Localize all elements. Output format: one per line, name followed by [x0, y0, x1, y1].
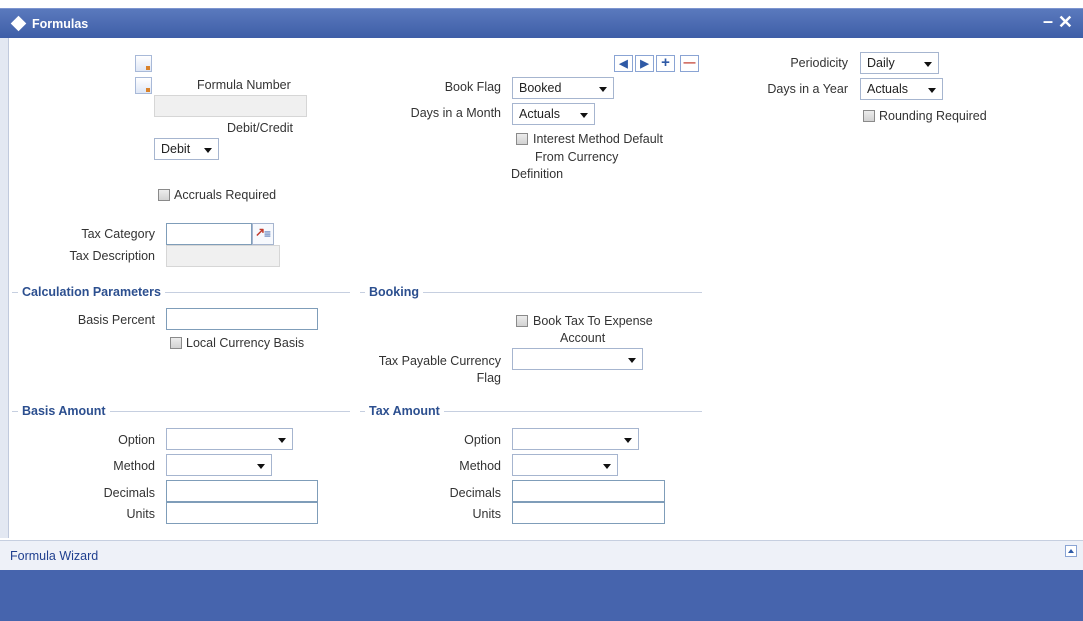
- chevron-down-icon: [278, 438, 286, 443]
- list-icon: ≡: [264, 227, 272, 241]
- tax-method-label: Method: [459, 459, 501, 473]
- tax-decimals-input[interactable]: [512, 480, 665, 502]
- book-flag-select[interactable]: Booked: [512, 77, 614, 99]
- basis-percent-label: Basis Percent: [77, 313, 155, 327]
- basis-option-select[interactable]: [166, 428, 293, 450]
- footer-bar: Formula Wizard: [0, 540, 1083, 570]
- chevron-down-icon: [628, 358, 636, 363]
- accruals-required-checkbox[interactable]: [158, 189, 170, 201]
- previous-record-button[interactable]: ◀: [614, 55, 633, 72]
- chevron-down-icon: [580, 113, 588, 118]
- days-in-year-select[interactable]: Actuals: [860, 78, 943, 100]
- minus-icon: —: [683, 55, 696, 69]
- tax-decimals-label: Decimals: [449, 486, 501, 500]
- debit-credit-select[interactable]: Debit: [154, 138, 219, 160]
- app-diamond-icon: [10, 15, 27, 32]
- tax-payable-currency-flag-select[interactable]: [512, 348, 643, 370]
- chevron-down-icon: [624, 438, 632, 443]
- basis-units-label: Units: [126, 507, 155, 521]
- basis-amount-header: Basis Amount: [18, 404, 110, 418]
- chevron-down-icon: [924, 62, 932, 67]
- prev-arrow-icon: ◀: [619, 58, 628, 70]
- debit-credit-label: Debit/Credit: [227, 121, 293, 135]
- tax-option-select[interactable]: [512, 428, 639, 450]
- periodicity-value: Daily: [867, 56, 895, 70]
- basis-option-label: Option: [118, 433, 155, 447]
- tax-amount-header: Tax Amount: [365, 404, 444, 418]
- formula-wizard-link[interactable]: Formula Wizard: [10, 549, 98, 563]
- tax-category-input[interactable]: [166, 223, 252, 245]
- accruals-required-label: Accruals Required: [174, 188, 277, 202]
- basis-method-label: Method: [113, 459, 155, 473]
- left-edge-bar: [0, 38, 9, 538]
- chevron-down-icon: [599, 87, 607, 92]
- days-in-year-label: Days in a Year: [767, 82, 848, 96]
- basis-method-select[interactable]: [166, 454, 272, 476]
- tax-option-label: Option: [464, 433, 501, 447]
- periodicity-select[interactable]: Daily: [860, 52, 939, 74]
- basis-decimals-input[interactable]: [166, 480, 318, 502]
- debit-credit-value: Debit: [161, 142, 191, 156]
- interest-method-label-line3: Definition: [511, 167, 564, 181]
- window-titlebar: Formulas – ✕: [0, 8, 1083, 38]
- tax-description-field[interactable]: [166, 245, 280, 267]
- days-in-month-select[interactable]: Actuals: [512, 103, 595, 125]
- basis-units-input[interactable]: [166, 502, 318, 524]
- interest-method-default-checkbox[interactable]: [516, 133, 528, 145]
- chevron-down-icon: [928, 88, 936, 93]
- close-icon[interactable]: ✕: [1058, 12, 1073, 33]
- periodicity-label: Periodicity: [790, 56, 848, 70]
- basis-percent-input[interactable]: [166, 308, 318, 330]
- book-flag-label: Book Flag: [444, 80, 501, 94]
- interest-method-label-line1: Interest Method Default: [533, 132, 663, 146]
- delete-record-button[interactable]: —: [680, 55, 699, 72]
- book-tax-to-expense-checkbox[interactable]: [516, 315, 528, 327]
- local-currency-basis-label: Local Currency Basis: [186, 336, 305, 350]
- chevron-down-icon: [257, 464, 265, 469]
- tax-payable-label-line2: Flag: [476, 371, 501, 385]
- booking-header: Booking: [365, 285, 423, 299]
- formula-number-label: Formula Number: [197, 78, 291, 92]
- book-tax-label-line2: Account: [560, 331, 606, 345]
- book-tax-label-line1: Book Tax To Expense: [533, 314, 653, 328]
- basis-decimals-label: Decimals: [103, 486, 155, 500]
- tax-payable-label-line1: Tax Payable Currency: [378, 354, 501, 368]
- plus-icon: +: [661, 54, 670, 71]
- days-in-year-value: Actuals: [867, 82, 908, 96]
- days-in-month-value: Actuals: [519, 107, 560, 121]
- local-currency-basis-checkbox[interactable]: [170, 337, 182, 349]
- tax-units-label: Units: [472, 507, 501, 521]
- scroll-up-icon[interactable]: [1065, 545, 1077, 557]
- chevron-down-icon: [603, 464, 611, 469]
- tax-units-input[interactable]: [512, 502, 665, 524]
- chevron-down-icon: [204, 148, 212, 153]
- interest-method-label-line2: From Currency: [535, 150, 619, 164]
- window-title: Formulas: [32, 17, 89, 31]
- formula-number-field[interactable]: [154, 95, 307, 117]
- document-fields-icon[interactable]: [135, 77, 152, 94]
- document-icon[interactable]: [135, 55, 152, 72]
- tax-category-lookup-button[interactable]: ↗ ≡: [252, 223, 274, 245]
- calculation-parameters-header: Calculation Parameters: [18, 285, 165, 299]
- next-record-button[interactable]: ▶: [635, 55, 654, 72]
- days-in-month-label: Days in a Month: [410, 106, 501, 120]
- add-record-button[interactable]: +: [656, 54, 675, 72]
- rounding-required-label: Rounding Required: [879, 109, 987, 123]
- tax-description-label: Tax Description: [69, 249, 155, 263]
- rounding-required-checkbox[interactable]: [863, 110, 875, 122]
- tax-category-label: Tax Category: [81, 227, 155, 241]
- bottom-band: [0, 570, 1083, 621]
- minimize-icon[interactable]: –: [1043, 11, 1053, 32]
- tax-method-select[interactable]: [512, 454, 618, 476]
- next-arrow-icon: ▶: [640, 58, 649, 70]
- book-flag-value: Booked: [519, 81, 562, 95]
